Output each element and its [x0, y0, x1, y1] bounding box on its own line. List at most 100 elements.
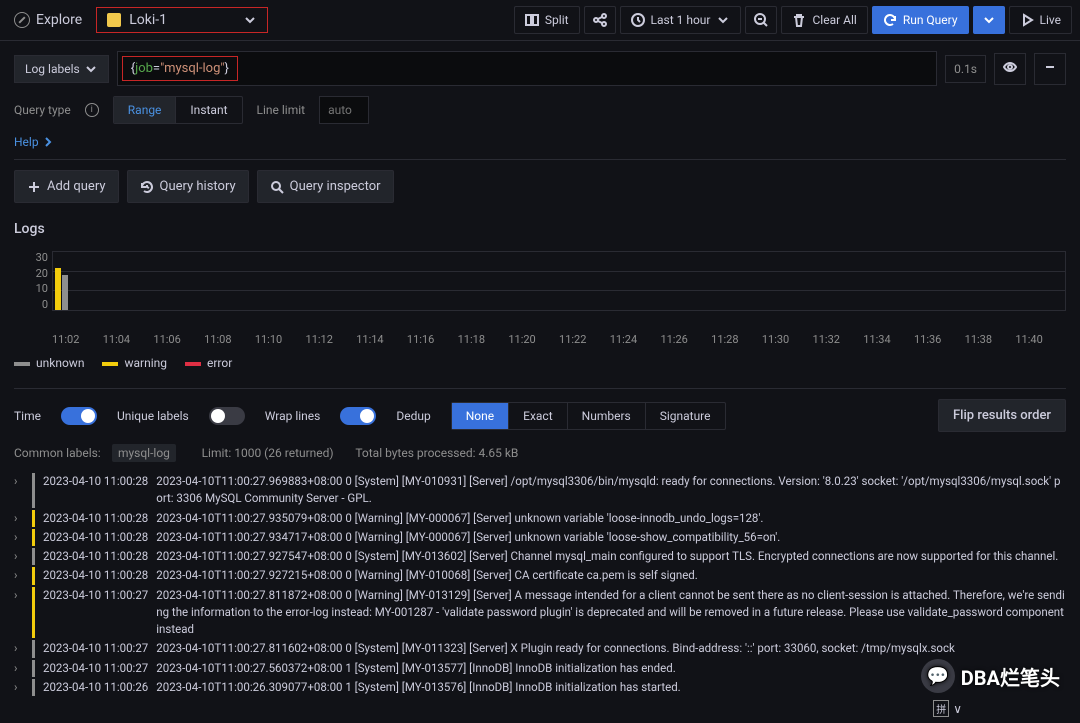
- split-button[interactable]: Split: [514, 6, 580, 34]
- search-minus-icon: [754, 13, 768, 27]
- query-input[interactable]: {job="mysql-log"}: [117, 51, 937, 86]
- help-link[interactable]: Help: [14, 135, 55, 149]
- compass-icon: [14, 12, 30, 28]
- query-type-label: Query type: [14, 103, 71, 117]
- info-icon[interactable]: i: [85, 103, 99, 117]
- range-button[interactable]: Range: [114, 97, 177, 123]
- legend: unknown warning error: [14, 356, 1066, 370]
- inspector-icon: [270, 180, 284, 194]
- loki-icon: [107, 13, 121, 27]
- log-labels-button[interactable]: Log labels: [14, 55, 109, 83]
- run-query-dropdown[interactable]: [973, 6, 1005, 34]
- expand-icon[interactable]: ›: [14, 587, 24, 639]
- log-meta: Common labels: mysql-log Limit: 1000 (26…: [14, 446, 1066, 460]
- query-row: Log labels {job="mysql-log"} 0.1s: [14, 51, 1066, 86]
- add-query-label: Add query: [47, 179, 106, 194]
- legend-warning[interactable]: warning: [102, 356, 167, 370]
- history-icon: [140, 180, 154, 194]
- eye-icon: [1003, 60, 1017, 74]
- log-level-bar: [32, 587, 35, 639]
- x-tick: 11:24: [610, 333, 661, 346]
- dedup-label: Dedup: [396, 409, 430, 423]
- run-query-label: Run Query: [903, 13, 958, 27]
- expand-icon[interactable]: ›: [14, 473, 24, 508]
- query-inspector-label: Query inspector: [290, 179, 381, 194]
- log-row[interactable]: ›2023-04-10 11:00:272023-04-10T11:00:27.…: [14, 659, 1066, 678]
- query-timing: 0.1s: [945, 55, 986, 83]
- expand-icon[interactable]: ›: [14, 567, 24, 584]
- live-label: Live: [1040, 13, 1061, 27]
- log-row[interactable]: ›2023-04-10 11:00:282023-04-10T11:00:27.…: [14, 509, 1066, 528]
- zoom-out-button[interactable]: [745, 6, 777, 34]
- expand-icon[interactable]: ›: [14, 548, 24, 565]
- share-button[interactable]: [584, 6, 616, 34]
- run-query-button[interactable]: Run Query: [872, 6, 969, 34]
- log-row[interactable]: ›2023-04-10 11:00:282023-04-10T11:00:27.…: [14, 547, 1066, 566]
- log-row[interactable]: ›2023-04-10 11:00:272023-04-10T11:00:27.…: [14, 639, 1066, 658]
- query-history-button[interactable]: Query history: [127, 170, 249, 203]
- play-icon: [1020, 13, 1034, 27]
- toggle-visibility-button[interactable]: [994, 53, 1026, 85]
- wrap-lines-toggle[interactable]: [340, 407, 376, 425]
- clear-all-button[interactable]: Clear All: [781, 6, 867, 34]
- x-tick: 11:32: [813, 333, 864, 346]
- topbar: Explore Loki-1 Split Last 1 hour Clear A…: [0, 0, 1080, 41]
- x-tick: 11:06: [153, 333, 204, 346]
- log-timestamp: 2023-04-10 11:00:28: [43, 529, 148, 546]
- help-text: Help: [14, 135, 39, 149]
- flip-results-button[interactable]: Flip results order: [938, 399, 1066, 432]
- clock-icon: [631, 13, 645, 27]
- log-level-bar: [32, 640, 35, 657]
- log-row[interactable]: ›2023-04-10 11:00:262023-04-10T11:00:26.…: [14, 678, 1066, 697]
- unique-labels-toggle[interactable]: [209, 407, 245, 425]
- x-tick: 11:16: [407, 333, 458, 346]
- log-level-bar: [32, 660, 35, 677]
- log-row[interactable]: ›2023-04-10 11:00:282023-04-10T11:00:27.…: [14, 472, 1066, 509]
- log-row[interactable]: ›2023-04-10 11:00:282023-04-10T11:00:27.…: [14, 528, 1066, 547]
- legend-unknown[interactable]: unknown: [14, 356, 84, 370]
- dedup-numbers[interactable]: Numbers: [568, 403, 646, 429]
- log-timestamp: 2023-04-10 11:00:28: [43, 473, 148, 508]
- timerange-button[interactable]: Last 1 hour: [620, 6, 742, 34]
- expand-icon[interactable]: ›: [14, 660, 24, 677]
- query-inspector-button[interactable]: Query inspector: [257, 170, 394, 203]
- line-limit-input[interactable]: [319, 96, 369, 124]
- log-timestamp: 2023-04-10 11:00:28: [43, 548, 148, 565]
- time-toggle[interactable]: [61, 407, 97, 425]
- bar-unknown[interactable]: [62, 275, 68, 310]
- log-list: ›2023-04-10 11:00:282023-04-10T11:00:27.…: [14, 472, 1066, 697]
- instant-button[interactable]: Instant: [176, 97, 241, 123]
- live-button[interactable]: Live: [1009, 6, 1072, 34]
- legend-error[interactable]: error: [185, 356, 232, 370]
- add-query-button[interactable]: Add query: [14, 170, 119, 203]
- x-tick: 11:12: [306, 333, 357, 346]
- expand-icon[interactable]: ›: [14, 510, 24, 527]
- dedup-exact[interactable]: Exact: [509, 403, 568, 429]
- log-level-bar: [32, 548, 35, 565]
- log-row[interactable]: ›2023-04-10 11:00:272023-04-10T11:00:27.…: [14, 586, 1066, 640]
- logs-title: Logs: [14, 221, 1066, 237]
- bar-warning[interactable]: [55, 268, 61, 310]
- dedup-none[interactable]: None: [452, 403, 509, 429]
- timerange-label: Last 1 hour: [651, 13, 711, 27]
- chevron-down-icon: [982, 13, 996, 27]
- logs-panel: Logs 30 20 10 0 11:0211:0411:0611:0811:1…: [14, 221, 1066, 697]
- log-row[interactable]: ›2023-04-10 11:00:282023-04-10T11:00:27.…: [14, 566, 1066, 585]
- expand-icon[interactable]: ›: [14, 640, 24, 657]
- line-limit-label: Line limit: [257, 103, 306, 117]
- chevron-down-icon: [716, 13, 730, 27]
- x-tick: 11:26: [660, 333, 711, 346]
- remove-query-button[interactable]: [1034, 53, 1066, 85]
- minus-icon: [1043, 60, 1057, 74]
- log-level-bar: [32, 510, 35, 527]
- expand-icon[interactable]: ›: [14, 679, 24, 696]
- datasource-picker[interactable]: Loki-1: [96, 7, 268, 33]
- x-tick: 11:02: [52, 333, 103, 346]
- expand-icon[interactable]: ›: [14, 529, 24, 546]
- dedup-signature[interactable]: Signature: [646, 403, 725, 429]
- query-actions: Add query Query history Query inspector: [14, 159, 1066, 203]
- x-tick: 11:08: [204, 333, 255, 346]
- log-timestamp: 2023-04-10 11:00:27: [43, 660, 148, 677]
- logs-histogram[interactable]: 30 20 10 0: [14, 251, 1066, 323]
- plus-icon: [27, 180, 41, 194]
